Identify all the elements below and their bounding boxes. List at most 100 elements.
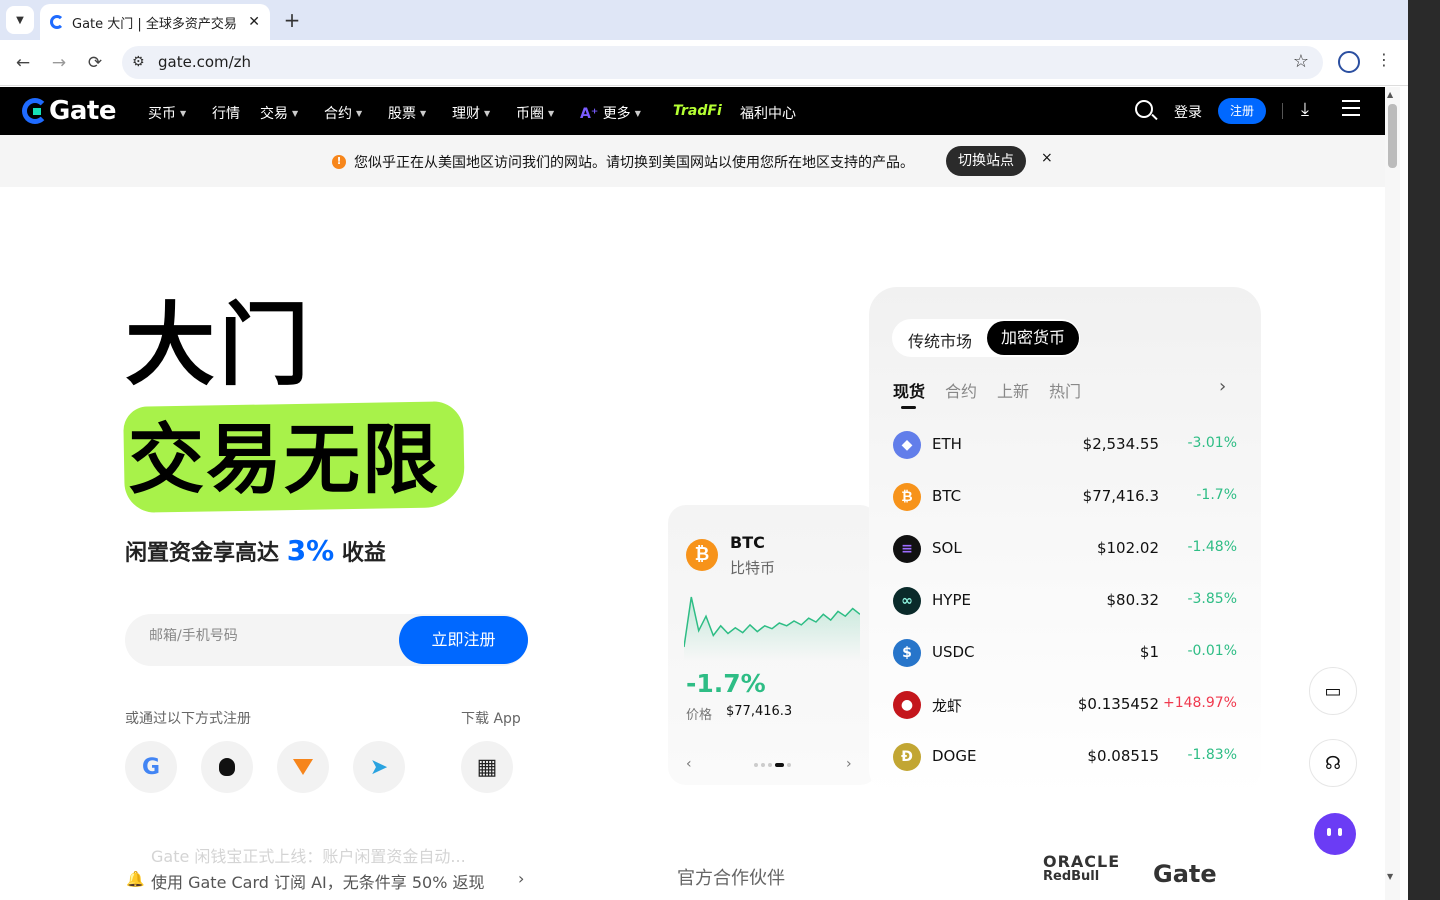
- support-button[interactable]: ☊: [1309, 739, 1357, 787]
- scrollbar-thumb[interactable]: [1388, 104, 1397, 168]
- subtab-new-listings[interactable]: 上新: [997, 378, 1029, 402]
- carousel-dots[interactable]: [754, 763, 791, 767]
- gate-logo[interactable]: Gate: [22, 96, 116, 126]
- subtab-hot[interactable]: 热门: [1049, 378, 1081, 402]
- gate-favicon-icon: [50, 15, 64, 29]
- btc-highlight-card[interactable]: ₿ BTC 比特币 -1.7% 价格 $77,416.3: [668, 505, 878, 785]
- nav-label: 币圈: [516, 106, 544, 122]
- tab-close-icon[interactable]: ✕: [248, 14, 260, 30]
- forward-button[interactable]: →: [47, 51, 71, 75]
- hero-sub-percent: 3%: [286, 534, 335, 567]
- chevron-right-icon[interactable]: ›: [518, 869, 524, 888]
- register-button[interactable]: 注册: [1218, 98, 1266, 124]
- page-scrollbar[interactable]: [1385, 87, 1400, 900]
- apple-icon: [219, 758, 235, 776]
- alt-signup-label: 或通过以下方式注册: [125, 711, 251, 727]
- market-row[interactable]: ∞ HYPE $80.32 -3.85%: [891, 581, 1237, 621]
- address-bar[interactable]: ⚙ gate.com/zh ☆: [122, 46, 1323, 79]
- tab-traditional-market[interactable]: 传统市场: [908, 328, 972, 352]
- tab-list-button[interactable]: ▼: [6, 6, 34, 34]
- market-row-change: -1.48%: [1187, 539, 1237, 555]
- tab-title: Gate 大门 | 全球多资产交易: [72, 16, 237, 32]
- login-link[interactable]: 登录: [1174, 102, 1202, 122]
- desktop-edge: [1408, 0, 1440, 900]
- announcement-ticker[interactable]: 使用 Gate Card 订阅 AI，无条件享 50% 返现: [151, 869, 485, 893]
- site-info-icon[interactable]: ⚙: [132, 54, 145, 70]
- metamask-icon: [293, 759, 313, 775]
- caret-down-icon: ▼: [420, 109, 427, 118]
- email-phone-input[interactable]: [149, 628, 389, 644]
- market-row[interactable]: Ð DOGE $0.08515 -1.83%: [891, 737, 1237, 777]
- nav-earn[interactable]: 理财 ▼: [452, 103, 490, 123]
- market-row[interactable]: ₿ BTC $77,416.3 -1.7%: [891, 477, 1237, 517]
- profile-icon[interactable]: [1338, 51, 1360, 73]
- redbull-logo-text: RedBull: [1043, 869, 1100, 884]
- nav-stocks[interactable]: 股票 ▼: [388, 103, 426, 123]
- subtab-spot[interactable]: 现货: [893, 378, 925, 402]
- nav-markets[interactable]: 行情: [212, 103, 240, 123]
- market-row[interactable]: ● 龙虾 $0.135452 +148.97%: [891, 685, 1237, 725]
- market-row-change: +148.97%: [1162, 695, 1237, 711]
- browser-toolbar: ← → ⟳ ⚙ gate.com/zh ☆ ⋮: [0, 40, 1408, 86]
- carousel-next-icon[interactable]: ›: [846, 756, 852, 772]
- nav-trade[interactable]: 交易 ▼: [260, 103, 298, 123]
- subtab-futures[interactable]: 合约: [945, 378, 977, 402]
- new-tab-button[interactable]: +: [280, 8, 304, 32]
- signup-button[interactable]: 立即注册: [399, 616, 528, 664]
- reload-button[interactable]: ⟳: [83, 51, 107, 75]
- market-row[interactable]: ◆ ETH $2,534.55 -3.01%: [891, 425, 1237, 465]
- notice-text: 您似乎正在从美国地区访问我们的网站。请切换到美国网站以使用您所在地区支持的产品。: [354, 155, 914, 171]
- tab-crypto[interactable]: 加密货币: [987, 321, 1079, 355]
- ai-assistant-button[interactable]: [1314, 813, 1356, 855]
- hero-subtitle: 闲置资金享高达 3% 收益: [125, 534, 386, 567]
- nav-label: 更多: [602, 106, 631, 122]
- close-icon[interactable]: ×: [1041, 150, 1053, 166]
- bitcoin-icon: ₿: [686, 539, 718, 571]
- wallet-button[interactable]: ▭: [1309, 667, 1357, 715]
- header-divider: [1282, 103, 1283, 119]
- nav-futures[interactable]: 合约 ▼: [324, 103, 362, 123]
- menu-icon[interactable]: [1342, 100, 1360, 121]
- switch-site-button[interactable]: 切换站点: [946, 146, 1026, 176]
- browser-menu-icon[interactable]: ⋮: [1376, 50, 1392, 69]
- google-signup-button[interactable]: G: [125, 741, 177, 793]
- nav-more[interactable]: A⁺ 更多 ▼: [580, 103, 641, 123]
- download-icon[interactable]: ⤓: [1301, 99, 1309, 120]
- market-row[interactable]: ≡ SOL $102.02 -1.48%: [891, 529, 1237, 569]
- doge-icon: Ð: [893, 743, 921, 771]
- scroll-up-arrow-icon[interactable]: ▲: [1387, 90, 1393, 99]
- telegram-signup-button[interactable]: ➤: [353, 741, 405, 793]
- market-row[interactable]: $ USDC $1 -0.01%: [891, 633, 1237, 673]
- nav-label: 行情: [212, 106, 240, 122]
- market-panel: 传统市场 加密货币 现货 合约 上新 热门 › ◆ ETH $2,534.55 …: [869, 287, 1261, 797]
- eth-icon: ◆: [893, 431, 921, 459]
- btc-icon: ₿: [893, 483, 921, 511]
- scroll-down-arrow-icon[interactable]: ▼: [1387, 872, 1393, 881]
- download-app-qr-button[interactable]: ▦: [461, 741, 513, 793]
- apple-signup-button[interactable]: [201, 741, 253, 793]
- lobster-icon: ●: [893, 691, 921, 719]
- url-text[interactable]: gate.com/zh: [158, 53, 251, 71]
- hero-title: 大门: [125, 293, 313, 398]
- nav-community[interactable]: 币圈 ▼: [516, 103, 554, 123]
- browser-tab[interactable]: Gate 大门 | 全球多资产交易 ✕: [40, 4, 270, 40]
- nav-label: 合约: [324, 106, 352, 122]
- market-type-toggle: 传统市场 加密货币: [892, 319, 1080, 357]
- nav-tradfi[interactable]: TradFi: [673, 103, 722, 119]
- back-button[interactable]: ←: [11, 51, 35, 75]
- carousel-prev-icon[interactable]: ‹: [686, 756, 692, 772]
- nav-rewards-center[interactable]: 福利中心: [740, 103, 796, 123]
- telegram-icon: ➤: [369, 754, 389, 780]
- bell-icon: 🔔: [126, 870, 145, 888]
- market-row-price: $1: [1139, 643, 1159, 661]
- chevron-right-icon[interactable]: ›: [1219, 376, 1226, 397]
- caret-down-icon: ▼: [180, 109, 187, 118]
- market-row-price: $77,416.3: [1082, 487, 1159, 505]
- bookmark-star-icon[interactable]: ☆: [1293, 51, 1309, 72]
- nav-buy-crypto[interactable]: 买币 ▼: [148, 103, 186, 123]
- announcement-ticker-previous: Gate 闲钱宝正式上线：账户闲置资金自动...: [151, 847, 466, 866]
- metamask-signup-button[interactable]: [277, 741, 329, 793]
- sol-icon: ≡: [893, 535, 921, 563]
- caret-down-icon: ▼: [634, 109, 641, 118]
- search-icon[interactable]: [1135, 100, 1153, 118]
